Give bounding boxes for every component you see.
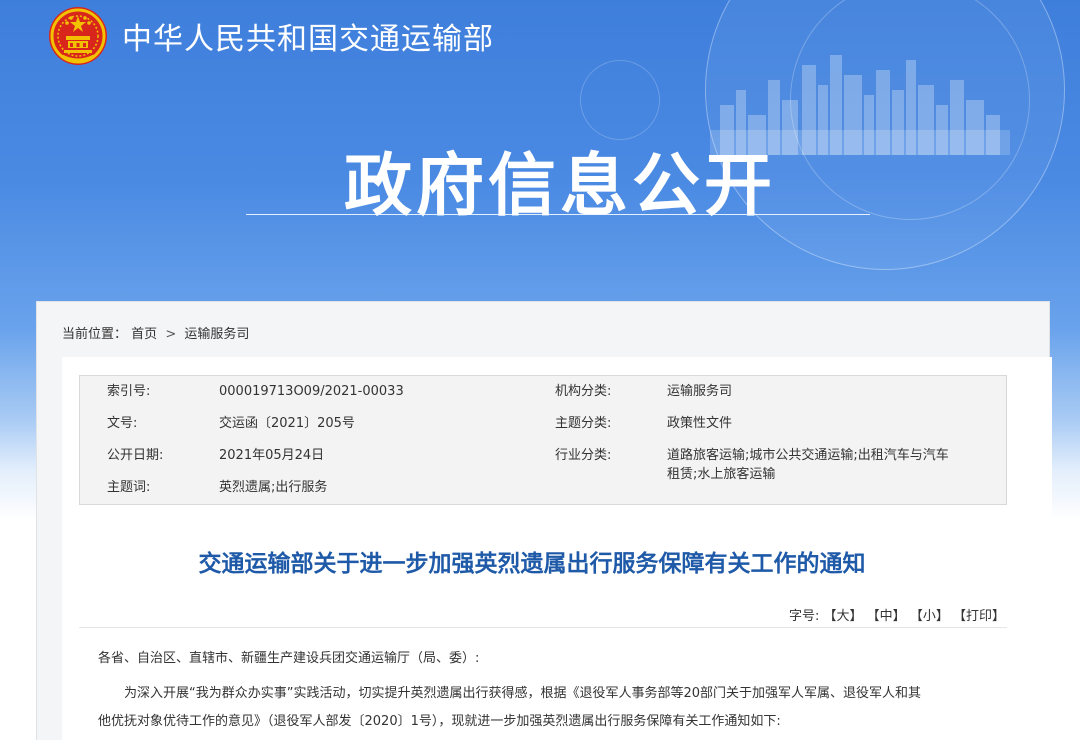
site-brand[interactable]: 中华人民共和国交通运输部 <box>48 6 494 66</box>
print-button[interactable]: 【打印】 <box>953 609 1005 624</box>
breadcrumb: 当前位置： 首页 > 运输服务司 <box>62 323 249 342</box>
keyword-label: 主题词: <box>107 480 151 495</box>
font-size-controls: 字号: 【大】 【中】 【小】 【打印】 <box>789 605 1005 624</box>
org-category-value: 运输服务司 <box>667 384 733 399</box>
breadcrumb-current-link[interactable]: 运输服务司 <box>184 327 249 342</box>
topic-category-value: 政策性文件 <box>667 416 733 431</box>
title-underline <box>246 214 870 215</box>
industry-category-label: 行业分类: <box>555 448 612 463</box>
document-metadata-table: 索引号: 000019713O09/2021-00033 机构分类: 运输服务司… <box>79 375 1007 505</box>
index-value: 000019713O09/2021-00033 <box>219 384 404 399</box>
document-title: 交通运输部关于进一步加强英烈遗属出行服务保障有关工作的通知 <box>198 551 866 577</box>
breadcrumb-prefix: 当前位置： <box>62 327 128 342</box>
doc-number-label: 文号: <box>107 416 138 431</box>
breadcrumb-home-link[interactable]: 首页 <box>131 327 157 342</box>
publish-date-label: 公开日期: <box>107 448 164 463</box>
decorative-circle <box>580 60 660 140</box>
national-emblem-icon <box>49 7 107 65</box>
font-size-large-button[interactable]: 【大】 <box>824 609 863 624</box>
industry-category-value-line2: 租赁;水上旅客运输 <box>667 467 776 482</box>
keyword-value: 英烈遗属;出行服务 <box>219 480 328 495</box>
page: 中华人民共和国交通运输部 政府信息公开 当前位置： 首页 > 运输服务司 索引号… <box>0 0 1080 740</box>
topic-category-label: 主题分类: <box>555 416 612 431</box>
document-salutation: 各省、自治区、直辖市、新疆生产建设兵团交通运输厅（局、委）: <box>98 651 480 666</box>
publish-date-value: 2021年05月24日 <box>219 448 325 463</box>
content-divider <box>79 627 1007 628</box>
font-size-small-button[interactable]: 【小】 <box>910 609 949 624</box>
document-body-line-2: 他优抚对象优待工作的意见》（退役军人部发〔2020〕1号），现就进一步加强英烈遗… <box>98 714 781 729</box>
font-size-medium-button[interactable]: 【中】 <box>867 609 906 624</box>
font-size-label: 字号: <box>788 609 820 624</box>
org-category-label: 机构分类: <box>555 384 612 399</box>
ministry-name: 中华人民共和国交通运输部 <box>122 22 494 57</box>
doc-number-value: 交运函〔2021〕205号 <box>219 416 355 431</box>
index-label: 索引号: <box>107 384 151 399</box>
breadcrumb-separator: > <box>165 327 177 342</box>
content-card: 当前位置： 首页 > 运输服务司 索引号: 000019713O09/2021-… <box>36 301 1052 740</box>
document-body-line-1: 为深入开展“我为群众办实事”实践活动，切实提升英烈遗属出行获得感，根据《退役军人… <box>124 686 922 701</box>
article-container: 索引号: 000019713O09/2021-00033 机构分类: 运输服务司… <box>62 357 1052 740</box>
industry-category-value-line1: 道路旅客运输;城市公共交通运输;出租汽车与汽车 <box>667 448 949 463</box>
